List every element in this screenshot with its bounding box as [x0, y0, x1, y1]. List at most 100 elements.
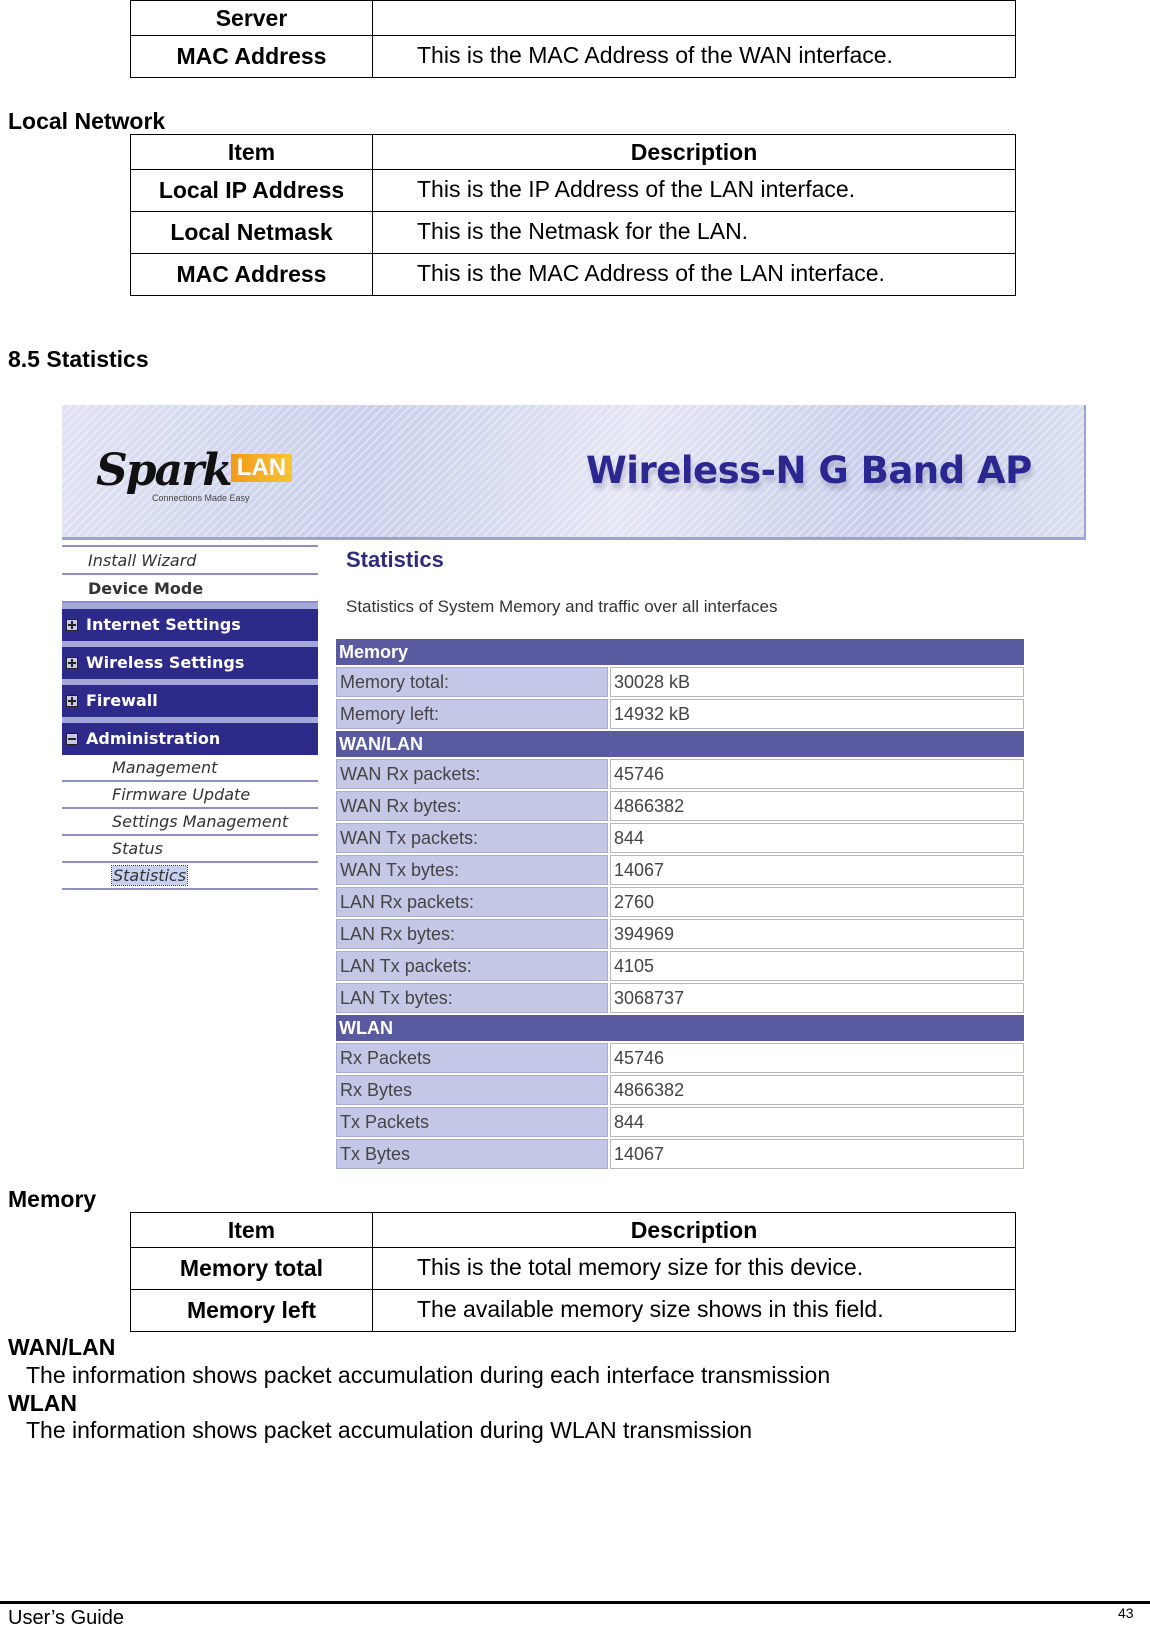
wan-lan-heading: WAN/LAN: [8, 1334, 116, 1360]
logo-lan-badge: LAN: [230, 454, 293, 482]
memory-table: Item Description Memory total This is th…: [130, 1212, 1016, 1332]
item-cell: MAC Address: [130, 35, 373, 78]
header-description: Description: [372, 1212, 1016, 1248]
local-network-table: Item Description Local IP Address This i…: [130, 134, 1016, 296]
table-row: LAN Rx bytes: 394969: [336, 919, 1024, 949]
logo-brand: Spark: [96, 445, 233, 496]
product-title: Wireless-N G Band AP: [586, 449, 1032, 492]
table-row: LAN Tx packets: 4105: [336, 951, 1024, 981]
stat-value: 45746: [610, 759, 1024, 789]
stat-label: LAN Tx bytes:: [336, 983, 608, 1013]
sparklan-logo: Spark LAN Connections Made Easy: [96, 445, 293, 503]
sidebar-item-management[interactable]: Management: [62, 755, 318, 782]
table-row: Memory total This is the total memory si…: [130, 1247, 1016, 1290]
wlan-text: The information shows packet accumulatio…: [26, 1417, 753, 1443]
wan-lan-text: The information shows packet accumulatio…: [26, 1362, 831, 1388]
table-row: Tx Packets 844: [336, 1107, 1024, 1137]
sidebar-item-statistics[interactable]: Statistics: [62, 863, 318, 890]
stat-value: 14067: [610, 855, 1024, 885]
description-cell: [372, 0, 1016, 36]
table-row: Local Netmask This is the Netmask for th…: [130, 211, 1016, 254]
stat-value: 2760: [610, 887, 1024, 917]
item-label: Statistics: [110, 865, 189, 886]
table-header-row: Item Description: [130, 1212, 1016, 1248]
category-label: Firewall: [86, 691, 158, 710]
expand-plus-icon[interactable]: [66, 695, 78, 707]
stat-label: WAN Rx packets:: [336, 759, 608, 789]
table-row: LAN Tx bytes: 3068737: [336, 983, 1024, 1013]
stat-value: 394969: [610, 919, 1024, 949]
description-cell: The available memory size shows in this …: [372, 1289, 1016, 1332]
expand-plus-icon[interactable]: [66, 657, 78, 669]
table-row: Memory left: 14932 kB: [336, 699, 1024, 729]
wan-info-table: Server MAC Address This is the MAC Addre…: [130, 0, 1016, 78]
footer-divider: [0, 1601, 1150, 1604]
stat-value: 4105: [610, 951, 1024, 981]
table-row: Memory left The available memory size sh…: [130, 1289, 1016, 1332]
description-cell: This is the MAC Address of the WAN inter…: [372, 35, 1016, 78]
stat-label: WAN Rx bytes:: [336, 791, 608, 821]
sidebar-item-device-mode[interactable]: Device Mode: [62, 575, 318, 603]
description-cell: This is the total memory size for this d…: [372, 1247, 1016, 1290]
description-cell: This is the Netmask for the LAN.: [372, 211, 1016, 254]
sidebar-category-internet-settings[interactable]: Internet Settings: [62, 603, 318, 641]
table-row: WAN Rx packets: 45746: [336, 759, 1024, 789]
collapse-minus-icon[interactable]: [66, 733, 78, 745]
item-label: Firmware Update: [112, 785, 251, 804]
stat-label: Memory total:: [336, 667, 608, 697]
item-label: Status: [112, 839, 163, 858]
table-row: MAC Address This is the MAC Address of t…: [130, 253, 1016, 296]
stat-label: Rx Packets: [336, 1043, 608, 1073]
stat-value: 30028 kB: [610, 667, 1024, 697]
group-wlan: WLAN: [336, 1015, 1024, 1041]
sidebar-item-firmware-update[interactable]: Firmware Update: [62, 782, 318, 809]
stat-label: Rx Bytes: [336, 1075, 608, 1105]
item-label: Management: [112, 758, 218, 777]
stat-value: 3068737: [610, 983, 1024, 1013]
category-label: Administration: [86, 729, 221, 748]
table-header-row: Item Description: [130, 134, 1016, 170]
footer-title: User’s Guide: [8, 1607, 124, 1629]
statistics-table: Memory Memory total: 30028 kB Memory left…: [334, 637, 1026, 1171]
item-label: Settings Management: [112, 812, 289, 831]
header-description: Description: [372, 134, 1016, 170]
group-header-row: WLAN: [336, 1015, 1024, 1041]
memory-heading: Memory: [8, 1186, 97, 1212]
sidebar-category-firewall[interactable]: Firewall: [62, 679, 318, 717]
stat-label: LAN Rx bytes:: [336, 919, 608, 949]
group-header-row: WAN/LAN: [336, 731, 1024, 757]
table-row: LAN Rx packets: 2760: [336, 887, 1024, 917]
stat-value: 14067: [610, 1139, 1024, 1169]
item-cell: Local IP Address: [130, 169, 373, 212]
item-cell: Memory left: [130, 1289, 373, 1332]
sidebar-category-administration[interactable]: Administration: [62, 717, 318, 755]
table-row: Rx Packets 45746: [336, 1043, 1024, 1073]
table-row: Server: [130, 0, 1016, 36]
page-title: Statistics: [346, 547, 444, 572]
header-item: Item: [130, 134, 373, 170]
table-row: Rx Bytes 4866382: [336, 1075, 1024, 1105]
expand-plus-icon[interactable]: [66, 619, 78, 631]
stat-value: 4866382: [610, 791, 1024, 821]
sidebar-item-install-wizard[interactable]: Install Wizard: [62, 545, 318, 575]
header-item: Item: [130, 1212, 373, 1248]
sidebar-item-settings-management[interactable]: Settings Management: [62, 809, 318, 836]
page-description: Statistics of System Memory and traffic …: [346, 597, 778, 616]
stat-label: WAN Tx packets:: [336, 823, 608, 853]
item-cell: Server: [130, 0, 373, 36]
stat-value: 844: [610, 1107, 1024, 1137]
category-label: Internet Settings: [86, 615, 241, 634]
stat-value: 844: [610, 823, 1024, 853]
sidebar-category-wireless-settings[interactable]: Wireless Settings: [62, 641, 318, 679]
stat-label: Tx Packets: [336, 1107, 608, 1137]
stat-value: 14932 kB: [610, 699, 1024, 729]
item-cell: Local Netmask: [130, 211, 373, 254]
stat-label: Tx Bytes: [336, 1139, 608, 1169]
sidebar-item-status[interactable]: Status: [62, 836, 318, 863]
stat-label: LAN Tx packets:: [336, 951, 608, 981]
table-row: Memory total: 30028 kB: [336, 667, 1024, 697]
table-row: WAN Tx bytes: 14067: [336, 855, 1024, 885]
table-row: WAN Rx bytes: 4866382: [336, 791, 1024, 821]
stat-label: WAN Tx bytes:: [336, 855, 608, 885]
stat-value: 4866382: [610, 1075, 1024, 1105]
